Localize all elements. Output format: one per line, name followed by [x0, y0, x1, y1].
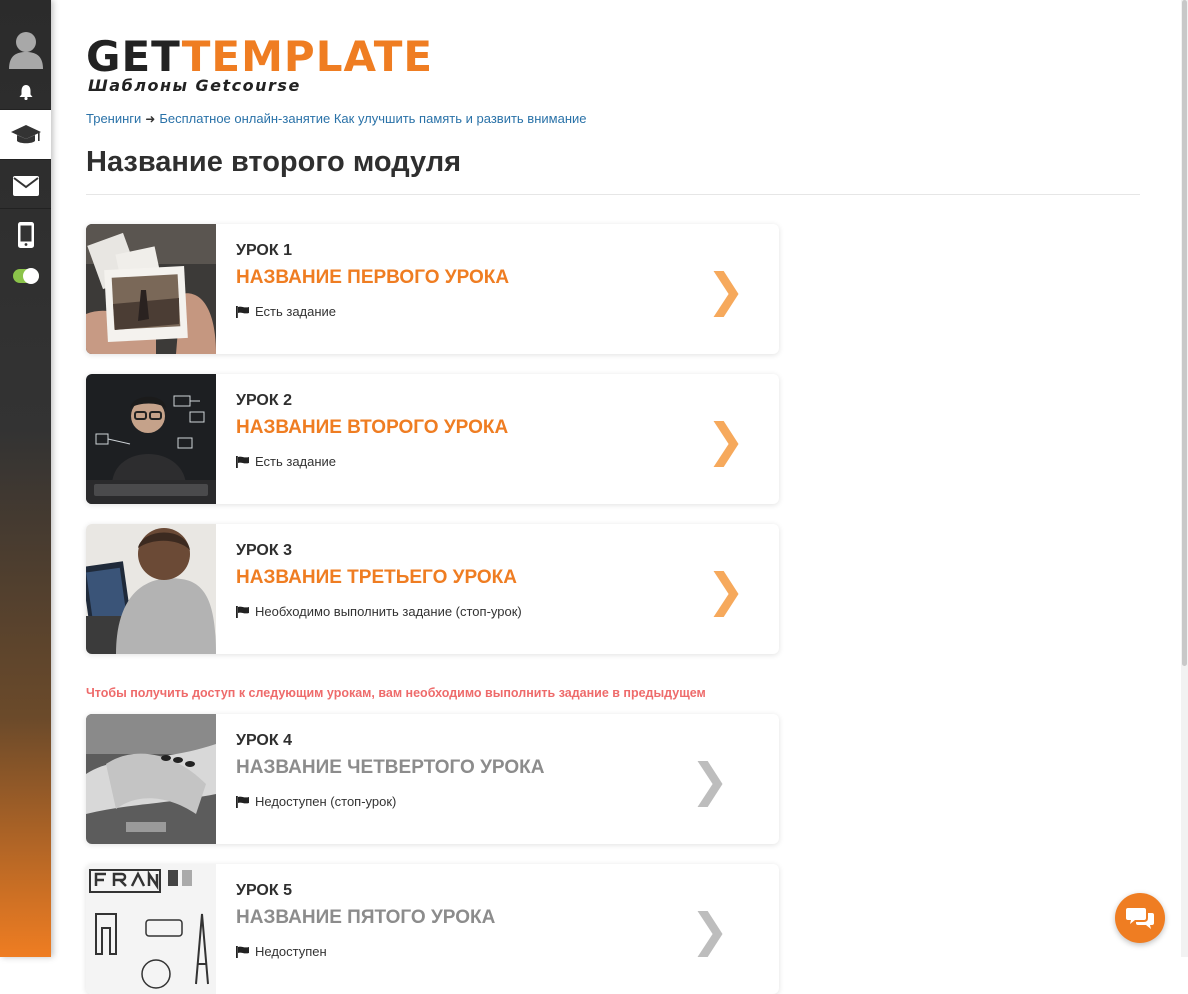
flag-icon	[236, 305, 249, 318]
lesson-status-text: Есть задание	[255, 454, 337, 469]
lesson-status: Необходимо выполнить задание (стоп-урок)	[236, 604, 522, 619]
notifications-button[interactable]	[0, 80, 51, 104]
user-avatar-icon	[8, 32, 43, 69]
chevron-right-icon[interactable]: ❯	[706, 417, 745, 463]
lesson-number: УРОК 4	[236, 732, 292, 749]
graduation-cap-icon	[10, 124, 41, 143]
lesson-title[interactable]: НАЗВАНИЕ ПЕРВОГО УРОКА	[236, 267, 509, 289]
page-title: Название второго модуля	[86, 146, 462, 178]
chevron-right-icon[interactable]: ❯	[706, 267, 745, 313]
chat-bubbles-icon	[1126, 908, 1154, 929]
chat-button[interactable]	[1115, 893, 1165, 943]
messages-nav[interactable]	[0, 165, 51, 207]
lesson-thumbnail	[86, 374, 216, 504]
flag-icon	[236, 795, 249, 808]
mobile-app-nav[interactable]	[0, 214, 51, 256]
left-sidebar	[0, 0, 51, 957]
lesson-thumbnail	[86, 714, 216, 844]
lesson-card-3[interactable]: УРОК 3 НАЗВАНИЕ ТРЕТЬЕГО УРОКА Необходим…	[86, 524, 779, 654]
trainings-nav[interactable]	[0, 110, 51, 159]
lesson-title: НАЗВАНИЕ ПЯТОГО УРОКА	[236, 907, 496, 928]
lesson-card-2[interactable]: УРОК 2 НАЗВАНИЕ ВТОРОГО УРОКА Есть задан…	[86, 374, 779, 504]
breadcrumb: Тренинги ➜ Бесплатное онлайн-занятие Как у…	[86, 111, 587, 126]
divider	[86, 194, 1140, 195]
lesson-thumbnail	[86, 864, 216, 994]
mobile-icon	[17, 222, 34, 248]
logo[interactable]: GETTEMPLATE Шаблоны Getcourse	[86, 32, 434, 96]
lesson-title[interactable]: НАЗВАНИЕ ВТОРОГО УРОКА	[236, 417, 508, 439]
breadcrumb-link-training[interactable]: Бесплатное онлайн-занятие Как улучшить п…	[159, 111, 586, 126]
lesson-title[interactable]: НАЗВАНИЕ ТРЕТЬЕГО УРОКА	[236, 567, 517, 589]
lesson-title: НАЗВАНИЕ ЧЕТВЕРТОГО УРОКА	[236, 757, 545, 778]
scrollbar-thumb[interactable]	[1182, 0, 1187, 666]
flag-icon	[236, 605, 249, 618]
lesson-thumbnail	[86, 224, 216, 354]
lesson-card-5[interactable]: УРОК 5 НАЗВАНИЕ ПЯТОГО УРОКА Недоступен …	[86, 864, 779, 994]
arrow-right-icon: ➜	[145, 112, 156, 126]
lesson-number: УРОК 5	[236, 882, 292, 899]
lesson-number: УРОК 2	[236, 392, 292, 409]
lesson-status-text: Необходимо выполнить задание (стоп-урок)	[255, 604, 522, 619]
scrollbar[interactable]	[1181, 0, 1188, 957]
bell-icon	[19, 85, 32, 100]
lesson-status: Недоступен (стоп-урок)	[236, 794, 396, 809]
flag-icon	[236, 945, 249, 958]
lesson-card-4[interactable]: УРОК 4 НАЗВАНИЕ ЧЕТВЕРТОГО УРОКА Недосту…	[86, 714, 779, 844]
mail-icon	[12, 176, 39, 196]
lesson-status-text: Есть задание	[255, 304, 337, 319]
lesson-number: УРОК 1	[236, 242, 292, 259]
avatar[interactable]	[0, 26, 51, 72]
breadcrumb-link-trainings[interactable]: Тренинги	[86, 111, 141, 126]
lesson-status: Есть задание	[236, 454, 336, 469]
chevron-right-icon: ❯	[690, 753, 729, 807]
lesson-thumbnail	[86, 524, 216, 654]
lesson-number: УРОК 3	[236, 542, 292, 559]
lock-warning: Чтобы получить доступ к следующим урокам…	[86, 686, 706, 700]
logo-text: GETTEMPLATE	[86, 32, 434, 81]
lesson-status: Есть задание	[236, 304, 336, 319]
chevron-right-icon[interactable]: ❯	[706, 567, 745, 613]
theme-toggle[interactable]	[13, 268, 39, 284]
flag-icon	[236, 455, 249, 468]
chevron-right-icon: ❯	[690, 903, 729, 957]
lesson-card-1[interactable]: УРОК 1 НАЗВАНИЕ ПЕРВОГО УРОКА Есть задан…	[86, 224, 779, 354]
lesson-status-text: Недоступен (стоп-урок)	[255, 794, 397, 809]
